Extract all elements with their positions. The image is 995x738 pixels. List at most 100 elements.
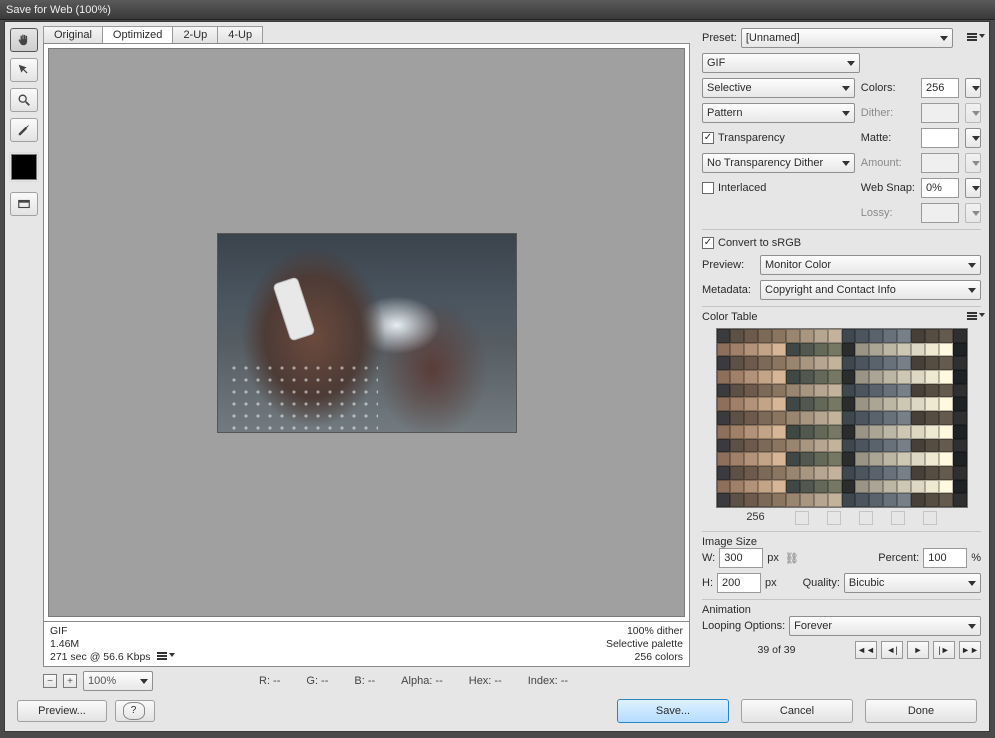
width-field[interactable]: 300 bbox=[719, 548, 763, 568]
lossy-stepper bbox=[965, 203, 981, 223]
readout-hex: Hex: -- bbox=[469, 675, 502, 687]
readout-g: G: -- bbox=[306, 675, 328, 687]
metadata-select-label: Metadata: bbox=[702, 284, 756, 296]
tab-optimized[interactable]: Optimized bbox=[102, 26, 174, 43]
quality-value: Bicubic bbox=[849, 577, 884, 589]
transparency-dither-select[interactable]: No Transparency Dither bbox=[702, 153, 855, 173]
color-reduction-select[interactable]: Selective bbox=[702, 78, 855, 98]
amount-field bbox=[921, 153, 959, 173]
zoom-in-button[interactable]: + bbox=[63, 674, 77, 688]
zoom-out-button[interactable]: − bbox=[43, 674, 57, 688]
readout-alpha: Alpha: -- bbox=[401, 675, 443, 687]
format-select[interactable]: GIF bbox=[702, 53, 860, 73]
done-button[interactable]: Done bbox=[865, 699, 977, 723]
window-title: Save for Web (100%) bbox=[6, 4, 111, 16]
info-size: 1.46M bbox=[50, 638, 171, 650]
preview-select-label: Preview: bbox=[702, 259, 756, 271]
done-button-label: Done bbox=[908, 701, 934, 721]
cancel-button-label: Cancel bbox=[780, 701, 814, 721]
first-frame-button[interactable]: ◄◄ bbox=[855, 641, 877, 659]
interlaced-label: Interlaced bbox=[718, 182, 766, 194]
transparency-checkbox[interactable]: ✓Transparency bbox=[702, 132, 855, 144]
lossy-field bbox=[921, 203, 959, 223]
height-field[interactable]: 200 bbox=[717, 573, 761, 593]
ct-btn-delete-icon[interactable] bbox=[923, 511, 937, 525]
ct-btn-transparent-icon[interactable] bbox=[827, 511, 841, 525]
ct-btn-lock-icon[interactable] bbox=[859, 511, 873, 525]
zoom-select[interactable]: 100% bbox=[83, 671, 153, 691]
dither-label: Dither: bbox=[861, 107, 915, 119]
lossy-label: Lossy: bbox=[861, 207, 915, 219]
next-frame-button[interactable]: |► bbox=[933, 641, 955, 659]
tab-original[interactable]: Original bbox=[43, 26, 103, 43]
ct-btn-new-icon[interactable] bbox=[891, 511, 905, 525]
readout-b: B: -- bbox=[354, 675, 375, 687]
preset-value: [Unnamed] bbox=[746, 32, 800, 44]
readout-index: Index: -- bbox=[528, 675, 568, 687]
preview-button[interactable]: Preview... bbox=[17, 700, 107, 722]
last-frame-button[interactable]: ►► bbox=[959, 641, 981, 659]
width-value: 300 bbox=[724, 552, 742, 564]
matte-swatch[interactable] bbox=[921, 128, 959, 148]
info-format: GIF bbox=[50, 625, 171, 637]
transparency-label: Transparency bbox=[718, 132, 785, 144]
looping-select[interactable]: Forever bbox=[789, 616, 981, 636]
browser-preview-button[interactable]: ? bbox=[115, 700, 155, 722]
tool-column bbox=[5, 22, 43, 691]
eyedropper-color-swatch[interactable] bbox=[11, 154, 37, 180]
hand-tool[interactable] bbox=[10, 28, 38, 52]
slice-select-tool[interactable] bbox=[10, 58, 38, 82]
width-label: W: bbox=[702, 552, 715, 564]
percent-field[interactable]: 100 bbox=[923, 548, 967, 568]
colors-field[interactable]: 256 bbox=[921, 78, 959, 98]
tab-4up[interactable]: 4-Up bbox=[217, 26, 263, 43]
eyedropper-tool[interactable] bbox=[10, 118, 38, 142]
colors-stepper[interactable] bbox=[965, 78, 981, 98]
quality-select[interactable]: Bicubic bbox=[844, 573, 981, 593]
preview-infobar: GIF 1.46M 271 sec @ 56.6 Kbps 100% dithe… bbox=[43, 622, 690, 667]
preview-image[interactable] bbox=[217, 233, 517, 433]
dither-field bbox=[921, 103, 959, 123]
status-bar: − + 100% R: -- G: -- B: -- Alpha: -- Hex… bbox=[43, 667, 690, 691]
websnap-stepper[interactable] bbox=[965, 178, 981, 198]
websnap-field[interactable]: 0% bbox=[921, 178, 959, 198]
metadata-select[interactable]: Copyright and Contact Info bbox=[760, 280, 981, 300]
window-titlebar: Save for Web (100%) bbox=[0, 0, 995, 20]
preview-select[interactable]: Monitor Color bbox=[760, 255, 981, 275]
preset-select[interactable]: [Unnamed] bbox=[741, 28, 953, 48]
tab-2up[interactable]: 2-Up bbox=[172, 26, 218, 43]
color-table[interactable] bbox=[716, 328, 968, 508]
color-table-title: Color Table bbox=[702, 311, 757, 323]
dither-method-value: Pattern bbox=[707, 107, 742, 119]
optimize-flyout-menu-icon[interactable] bbox=[967, 33, 981, 43]
frame-counter: 39 of 39 bbox=[702, 644, 851, 656]
convert-srgb-label: Convert to sRGB bbox=[718, 237, 801, 249]
toggle-slices-visibility[interactable] bbox=[10, 192, 38, 216]
play-button[interactable]: ► bbox=[907, 641, 929, 659]
preview-tabs: Original Optimized 2-Up 4-Up bbox=[43, 26, 690, 43]
looping-value: Forever bbox=[794, 620, 832, 632]
info-dither: 100% dither bbox=[627, 625, 683, 637]
constrain-link-icon[interactable]: ⛓ bbox=[785, 552, 799, 565]
bottom-bar: Preview... ? Save... Cancel Done bbox=[5, 691, 989, 731]
dither-method-select[interactable]: Pattern bbox=[702, 103, 855, 123]
image-size-title: Image Size bbox=[702, 536, 981, 548]
cancel-button[interactable]: Cancel bbox=[741, 699, 853, 723]
info-time: 271 sec @ 56.6 Kbps bbox=[50, 651, 151, 663]
info-palette: Selective palette bbox=[606, 638, 683, 650]
colors-label: Colors: bbox=[861, 82, 915, 94]
colors-value: 256 bbox=[926, 82, 944, 94]
interlaced-checkbox[interactable]: Interlaced bbox=[702, 182, 855, 194]
save-button[interactable]: Save... bbox=[617, 699, 729, 723]
save-button-label: Save... bbox=[656, 701, 690, 721]
ct-btn-websafe-icon[interactable] bbox=[795, 511, 809, 525]
color-table-flyout-menu-icon[interactable] bbox=[967, 312, 981, 322]
convert-srgb-checkbox[interactable]: ✓Convert to sRGB bbox=[702, 237, 801, 249]
matte-picker[interactable] bbox=[965, 128, 981, 148]
format-value: GIF bbox=[707, 57, 725, 69]
prev-frame-button[interactable]: ◄| bbox=[881, 641, 903, 659]
height-label: H: bbox=[702, 577, 713, 589]
width-unit: px bbox=[767, 552, 779, 564]
download-rate-menu-icon[interactable] bbox=[157, 652, 171, 662]
zoom-tool[interactable] bbox=[10, 88, 38, 112]
